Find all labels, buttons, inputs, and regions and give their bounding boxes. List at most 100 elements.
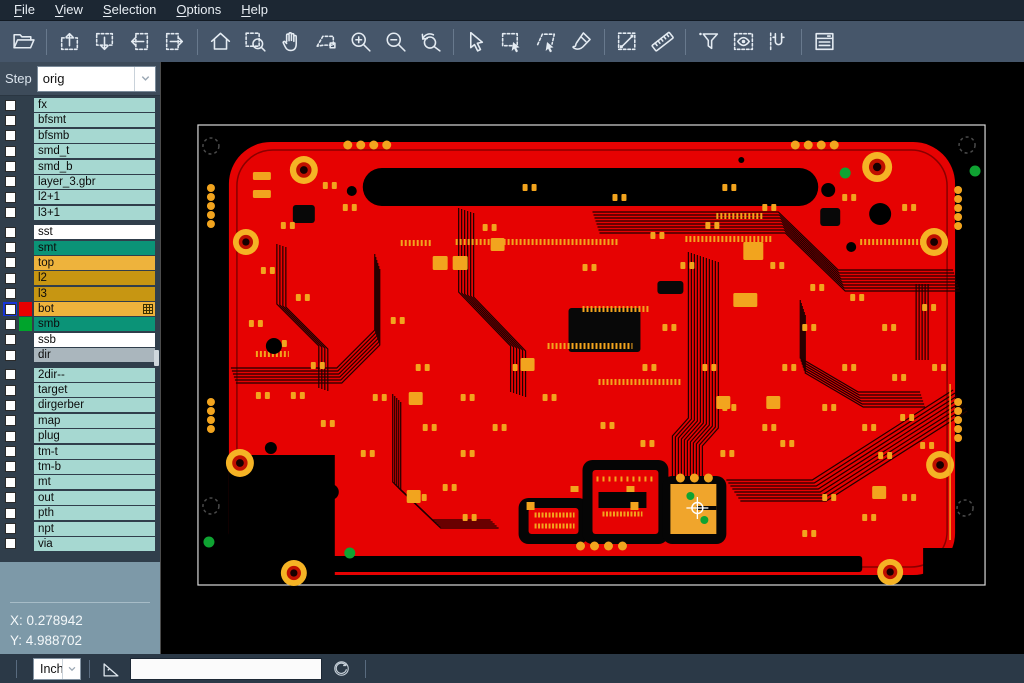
layer-visibility-checkbox[interactable]: [3, 271, 17, 285]
layer-color-swatch[interactable]: [19, 241, 32, 255]
toolbar-zoom-in-button[interactable]: [343, 25, 378, 59]
toolbar-box-arrow-down-button[interactable]: [87, 25, 122, 59]
layer-visibility-checkbox[interactable]: [3, 206, 17, 220]
layer-color-swatch[interactable]: [19, 398, 32, 412]
layer-visibility-checkbox[interactable]: [3, 144, 17, 158]
layer-color-swatch[interactable]: [19, 160, 32, 174]
menu-item-selection[interactable]: Selection: [93, 0, 166, 20]
layer-label[interactable]: tm-b: [34, 460, 155, 474]
layer-visibility-checkbox[interactable]: [3, 414, 17, 428]
layer-color-swatch[interactable]: [19, 256, 32, 270]
layer-visibility-checkbox[interactable]: [3, 368, 17, 382]
layer-color-swatch[interactable]: [19, 475, 32, 489]
layer-color-swatch[interactable]: [19, 287, 32, 301]
layer-label[interactable]: dir: [34, 348, 155, 362]
layer-label[interactable]: npt: [34, 522, 155, 536]
layer-color-swatch[interactable]: [19, 317, 32, 331]
layer-color-swatch[interactable]: [19, 333, 32, 347]
toolbar-layers-panel-button[interactable]: [807, 25, 842, 59]
unit-dropdown[interactable]: Inch: [33, 658, 81, 680]
layer-label[interactable]: l2+1: [34, 190, 155, 204]
pcb-canvas[interactable]: [160, 62, 1024, 654]
toolbar-ruler-button[interactable]: [645, 25, 680, 59]
layer-color-swatch[interactable]: [19, 460, 32, 474]
layer-label[interactable]: smd_b: [34, 160, 155, 174]
layer-label[interactable]: map: [34, 414, 155, 428]
layer-color-swatch[interactable]: [19, 129, 32, 143]
toolbar-home-button[interactable]: [203, 25, 238, 59]
layer-visibility-checkbox[interactable]: [3, 256, 17, 270]
layer-color-swatch[interactable]: [19, 537, 32, 551]
layer-color-swatch[interactable]: [19, 206, 32, 220]
layer-visibility-checkbox[interactable]: [3, 175, 17, 189]
layer-visibility-checkbox[interactable]: [3, 333, 17, 347]
layer-label[interactable]: plug: [34, 429, 155, 443]
layer-color-swatch[interactable]: [19, 144, 32, 158]
toolbar-zoom-previous-button[interactable]: [413, 25, 448, 59]
toolbar-filter-button[interactable]: [691, 25, 726, 59]
toolbar-zoom-out-button[interactable]: [378, 25, 413, 59]
layer-visibility-checkbox[interactable]: [3, 522, 17, 536]
layer-list-scrollbar[interactable]: [154, 350, 159, 366]
layer-label[interactable]: smd_t: [34, 144, 155, 158]
layer-label[interactable]: l3+1: [34, 206, 155, 220]
layer-label[interactable]: bot: [34, 302, 155, 316]
toolbar-select-pointer-button[interactable]: [459, 25, 494, 59]
layer-visibility-checkbox[interactable]: [3, 506, 17, 520]
menu-item-file[interactable]: File: [4, 0, 45, 20]
command-input[interactable]: [130, 658, 322, 680]
layer-label[interactable]: dirgerber: [34, 398, 155, 412]
layer-label[interactable]: bfsmb: [34, 129, 155, 143]
layer-label[interactable]: l3: [34, 287, 155, 301]
layer-color-swatch[interactable]: [19, 522, 32, 536]
toolbar-box-arrow-left-button[interactable]: [122, 25, 157, 59]
layer-color-swatch[interactable]: [19, 302, 32, 316]
layer-color-swatch[interactable]: [19, 271, 32, 285]
layer-label[interactable]: out: [34, 491, 155, 505]
layer-visibility-checkbox[interactable]: [3, 98, 17, 112]
layer-visibility-checkbox[interactable]: [3, 225, 17, 239]
menu-item-help[interactable]: Help: [231, 0, 278, 20]
toolbar-clean-brush-button[interactable]: [564, 25, 599, 59]
layer-visibility-checkbox[interactable]: [3, 491, 17, 505]
layer-label[interactable]: target: [34, 383, 155, 397]
layer-visibility-checkbox[interactable]: [3, 429, 17, 443]
toolbar-select-rect-button[interactable]: [494, 25, 529, 59]
toolbar-measure-diagonal-button[interactable]: [610, 25, 645, 59]
layer-color-swatch[interactable]: [19, 190, 32, 204]
toolbar-open-folder-button[interactable]: [6, 25, 41, 59]
step-dropdown[interactable]: orig: [37, 66, 156, 92]
angle-measure-icon[interactable]: [100, 658, 122, 680]
menu-item-options[interactable]: Options: [166, 0, 231, 20]
toolbar-show-region-button[interactable]: [726, 25, 761, 59]
layer-label[interactable]: sst: [34, 225, 155, 239]
layer-label[interactable]: top: [34, 256, 155, 270]
layer-label[interactable]: ssb: [34, 333, 155, 347]
layer-color-swatch[interactable]: [19, 225, 32, 239]
layer-color-swatch[interactable]: [19, 429, 32, 443]
layer-visibility-checkbox[interactable]: [3, 190, 17, 204]
layer-color-swatch[interactable]: [19, 445, 32, 459]
layer-color-swatch[interactable]: [19, 368, 32, 382]
layer-label[interactable]: layer_3.gbr: [34, 175, 155, 189]
layer-visibility-checkbox[interactable]: [3, 383, 17, 397]
menu-item-view[interactable]: View: [45, 0, 93, 20]
layer-label[interactable]: bfsmt: [34, 113, 155, 127]
layer-visibility-checkbox[interactable]: [3, 129, 17, 143]
layer-label[interactable]: pth: [34, 506, 155, 520]
layer-visibility-checkbox[interactable]: [3, 537, 17, 551]
layer-label[interactable]: smb: [34, 317, 155, 331]
layer-visibility-checkbox[interactable]: [3, 445, 17, 459]
layer-label[interactable]: via: [34, 537, 155, 551]
toolbar-box-arrow-right-button[interactable]: [157, 25, 192, 59]
toolbar-box-arrow-up-button[interactable]: [52, 25, 87, 59]
toolbar-zoom-window-button[interactable]: [238, 25, 273, 59]
layer-color-swatch[interactable]: [19, 98, 32, 112]
layer-visibility-checkbox[interactable]: [3, 460, 17, 474]
layer-color-swatch[interactable]: [19, 113, 32, 127]
toolbar-snap-magnet-button[interactable]: [761, 25, 796, 59]
layer-visibility-checkbox[interactable]: [3, 317, 17, 331]
layer-visibility-checkbox[interactable]: [3, 113, 17, 127]
layer-color-swatch[interactable]: [19, 414, 32, 428]
layer-label[interactable]: l2: [34, 271, 155, 285]
